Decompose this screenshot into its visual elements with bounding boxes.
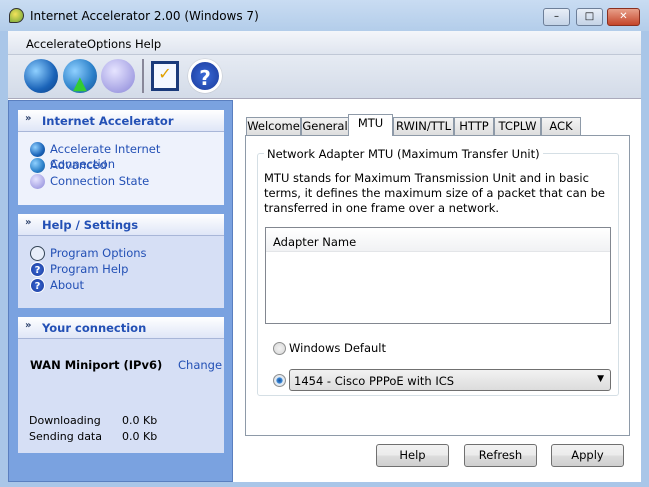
link-advanced[interactable]: Advanced	[30, 158, 107, 174]
tab-welcome[interactable]: Welcome	[246, 117, 301, 136]
column-header-adapter-name[interactable]: Adapter Name	[266, 228, 610, 252]
menu-accelerate[interactable]: Accelerate	[26, 37, 87, 51]
radio-windows-default-label[interactable]: Windows Default	[289, 341, 386, 355]
downloading-value: 0.0 Kb	[122, 414, 158, 427]
close-button[interactable]: ✕	[607, 8, 640, 26]
maximize-button[interactable]: □	[576, 8, 603, 26]
globe-advanced-icon[interactable]: ▲	[63, 59, 97, 94]
mtu-value-dropdown[interactable]: 1454 - Cisco PPPoE with ICS ▼	[289, 369, 611, 391]
help-icon: ?	[30, 262, 45, 277]
section-header-your-connection[interactable]: » Your connection	[18, 317, 224, 339]
sidebar: » Internet Accelerator Accelerate Interne…	[8, 100, 233, 482]
sending-value: 0.0 Kb	[122, 430, 158, 443]
minimize-button[interactable]: –	[543, 8, 570, 26]
link-label: Program Help	[50, 262, 129, 276]
section-title: Internet Accelerator	[42, 114, 174, 128]
toolbar-separator	[142, 59, 144, 93]
link-label: Connection State	[50, 174, 150, 188]
radio-custom-mtu[interactable]	[273, 374, 286, 387]
window-bottom-border	[0, 482, 649, 487]
help-icon[interactable]: ?	[188, 59, 222, 93]
link-program-options[interactable]: Program Options	[30, 246, 147, 262]
section-title: Your connection	[42, 321, 147, 335]
globe-arrow-icon	[30, 158, 45, 173]
link-accelerate-connection[interactable]: Accelerate Internet Connection	[30, 142, 224, 171]
downloading-label: Downloading	[29, 414, 101, 427]
dropdown-value: 1454 - Cisco PPPoE with ICS	[294, 374, 455, 388]
menu-options[interactable]: Options	[87, 37, 131, 51]
options-icon	[30, 246, 45, 261]
pie-chart-icon	[30, 174, 45, 189]
section-header-internet-accelerator[interactable]: » Internet Accelerator	[18, 110, 224, 132]
tab-http[interactable]: HTTP	[454, 117, 494, 136]
menu-bar: Accelerate Options Help	[8, 31, 641, 55]
options-checklist-icon[interactable]: ✓	[151, 61, 179, 91]
app-icon	[9, 8, 24, 23]
link-label: About	[50, 278, 85, 292]
section-body: Accelerate Internet Connection Advanced …	[18, 132, 224, 205]
tab-mtu[interactable]: MTU	[348, 114, 393, 136]
window-title: Internet Accelerator 2.00 (Windows 7)	[30, 9, 259, 23]
section-body: Program Options ? Program Help ? About	[18, 236, 224, 308]
tab-tcplw[interactable]: TCPLW	[494, 117, 541, 136]
toolbar: ▲ ✓ ?	[8, 55, 641, 99]
chevron-down-icon: »	[25, 113, 32, 124]
chevron-down-icon: »	[25, 320, 32, 331]
tab-ack[interactable]: ACK	[541, 117, 581, 136]
link-label: Advanced	[50, 158, 107, 172]
change-link[interactable]: Change	[178, 358, 222, 372]
refresh-button[interactable]: Refresh	[464, 444, 537, 467]
globe-accelerate-icon[interactable]	[24, 59, 58, 93]
tab-rwin-ttl[interactable]: RWIN/TTL	[393, 117, 454, 136]
mtu-description: MTU stands for Maximum Transmission Unit…	[264, 171, 605, 215]
menu-help[interactable]: Help	[135, 37, 161, 51]
globe-icon	[30, 142, 45, 157]
section-body: WAN Miniport (IPv6) Change Downloading 0…	[18, 339, 224, 453]
link-program-help[interactable]: ? Program Help	[30, 262, 128, 278]
apply-button[interactable]: Apply	[551, 444, 624, 467]
groupbox-title: Network Adapter MTU (Maximum Transfer Un…	[264, 147, 543, 161]
chevron-down-icon: »	[25, 217, 32, 228]
link-label: Program Options	[50, 246, 147, 260]
connection-name: WAN Miniport (IPv6)	[30, 358, 163, 372]
adapter-list[interactable]: Adapter Name	[265, 227, 611, 324]
pie-chart-icon[interactable]	[101, 59, 135, 93]
help-icon: ?	[30, 278, 45, 293]
section-title: Help / Settings	[42, 218, 139, 232]
link-about[interactable]: ? About	[30, 278, 84, 294]
chevron-down-icon: ▼	[597, 374, 604, 384]
sending-label: Sending data	[29, 430, 102, 443]
tab-general[interactable]: General	[301, 117, 349, 136]
link-connection-state[interactable]: Connection State	[30, 174, 149, 190]
section-header-help-settings[interactable]: » Help / Settings	[18, 214, 224, 236]
radio-windows-default[interactable]	[273, 342, 286, 355]
help-button[interactable]: Help	[376, 444, 449, 467]
